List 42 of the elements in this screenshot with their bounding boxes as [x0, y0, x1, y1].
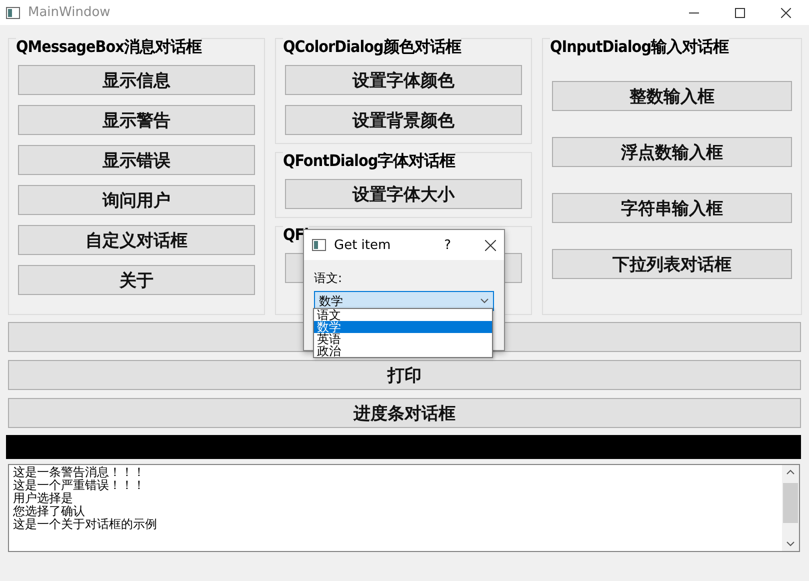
app-icon	[312, 239, 326, 251]
dialog-button[interactable]: 显示错误	[18, 145, 255, 175]
log-line: 这是一个关于对话框的示例	[13, 518, 158, 531]
wide-button[interactable]: 打印	[8, 360, 801, 390]
help-button[interactable]: ?	[444, 238, 451, 252]
dialog-button[interactable]: 设置背景颜色	[285, 105, 522, 135]
close-icon	[781, 8, 791, 18]
dialog-button[interactable]: 浮点数输入框	[552, 137, 792, 167]
dialog-button[interactable]: 显示警告	[18, 105, 255, 135]
close-icon[interactable]	[485, 240, 496, 250]
scroll-down-icon[interactable]	[786, 541, 795, 547]
group-title: QMessageBox消息对话框	[16, 37, 202, 57]
dropdown-option[interactable]: 语文	[314, 309, 492, 321]
field-label: 语文:	[314, 270, 344, 287]
dialog-button[interactable]: 设置字体大小	[285, 179, 522, 209]
app-icon	[6, 6, 20, 18]
maximize-icon	[735, 8, 745, 18]
log-line: 您选择了确认	[13, 505, 86, 518]
dropdown-option[interactable]: 数学	[314, 321, 492, 333]
dialog-button[interactable]: 自定义对话框	[18, 225, 255, 255]
dialog-button[interactable]: 设置字体颜色	[285, 65, 522, 95]
dialog-button[interactable]: 下拉列表对话框	[552, 249, 792, 279]
group-title: QInputDialog输入对话框	[550, 37, 728, 57]
chevron-icon	[480, 298, 489, 304]
log-line: 用户选择是	[13, 492, 74, 505]
log-line: 这是一个严重错误！！！	[13, 479, 146, 492]
dialog-button[interactable]: 关于	[18, 265, 255, 295]
scrollbar[interactable]	[782, 465, 799, 551]
dialog-button[interactable]: 显示信息	[18, 65, 255, 95]
dialog-button[interactable]: 字符串输入框	[552, 193, 792, 223]
scroll-up-icon[interactable]	[786, 469, 795, 475]
group-title: QFontDialog字体对话框	[283, 151, 456, 171]
dropdown-option[interactable]: 政治	[314, 345, 492, 357]
window-title: MainWindow	[28, 5, 110, 20]
dialog-button[interactable]: 整数输入框	[552, 81, 792, 111]
log-text-area[interactable]: 这是一条警告消息！！！ 这是一个严重错误！！！ 用户选择是 您选择了确认 这是一个关于对话框的示例	[8, 464, 800, 552]
log-line: 这是一条警告消息！！！	[13, 466, 146, 479]
group-title: QColorDialog颜色对话框	[283, 37, 461, 57]
dialog-button[interactable]: 询问用户	[18, 185, 255, 215]
dialog-title: Get item	[334, 238, 391, 252]
dropdown-option[interactable]: 英语	[314, 333, 492, 345]
wide-button[interactable]: 进度条对话框	[8, 398, 801, 428]
